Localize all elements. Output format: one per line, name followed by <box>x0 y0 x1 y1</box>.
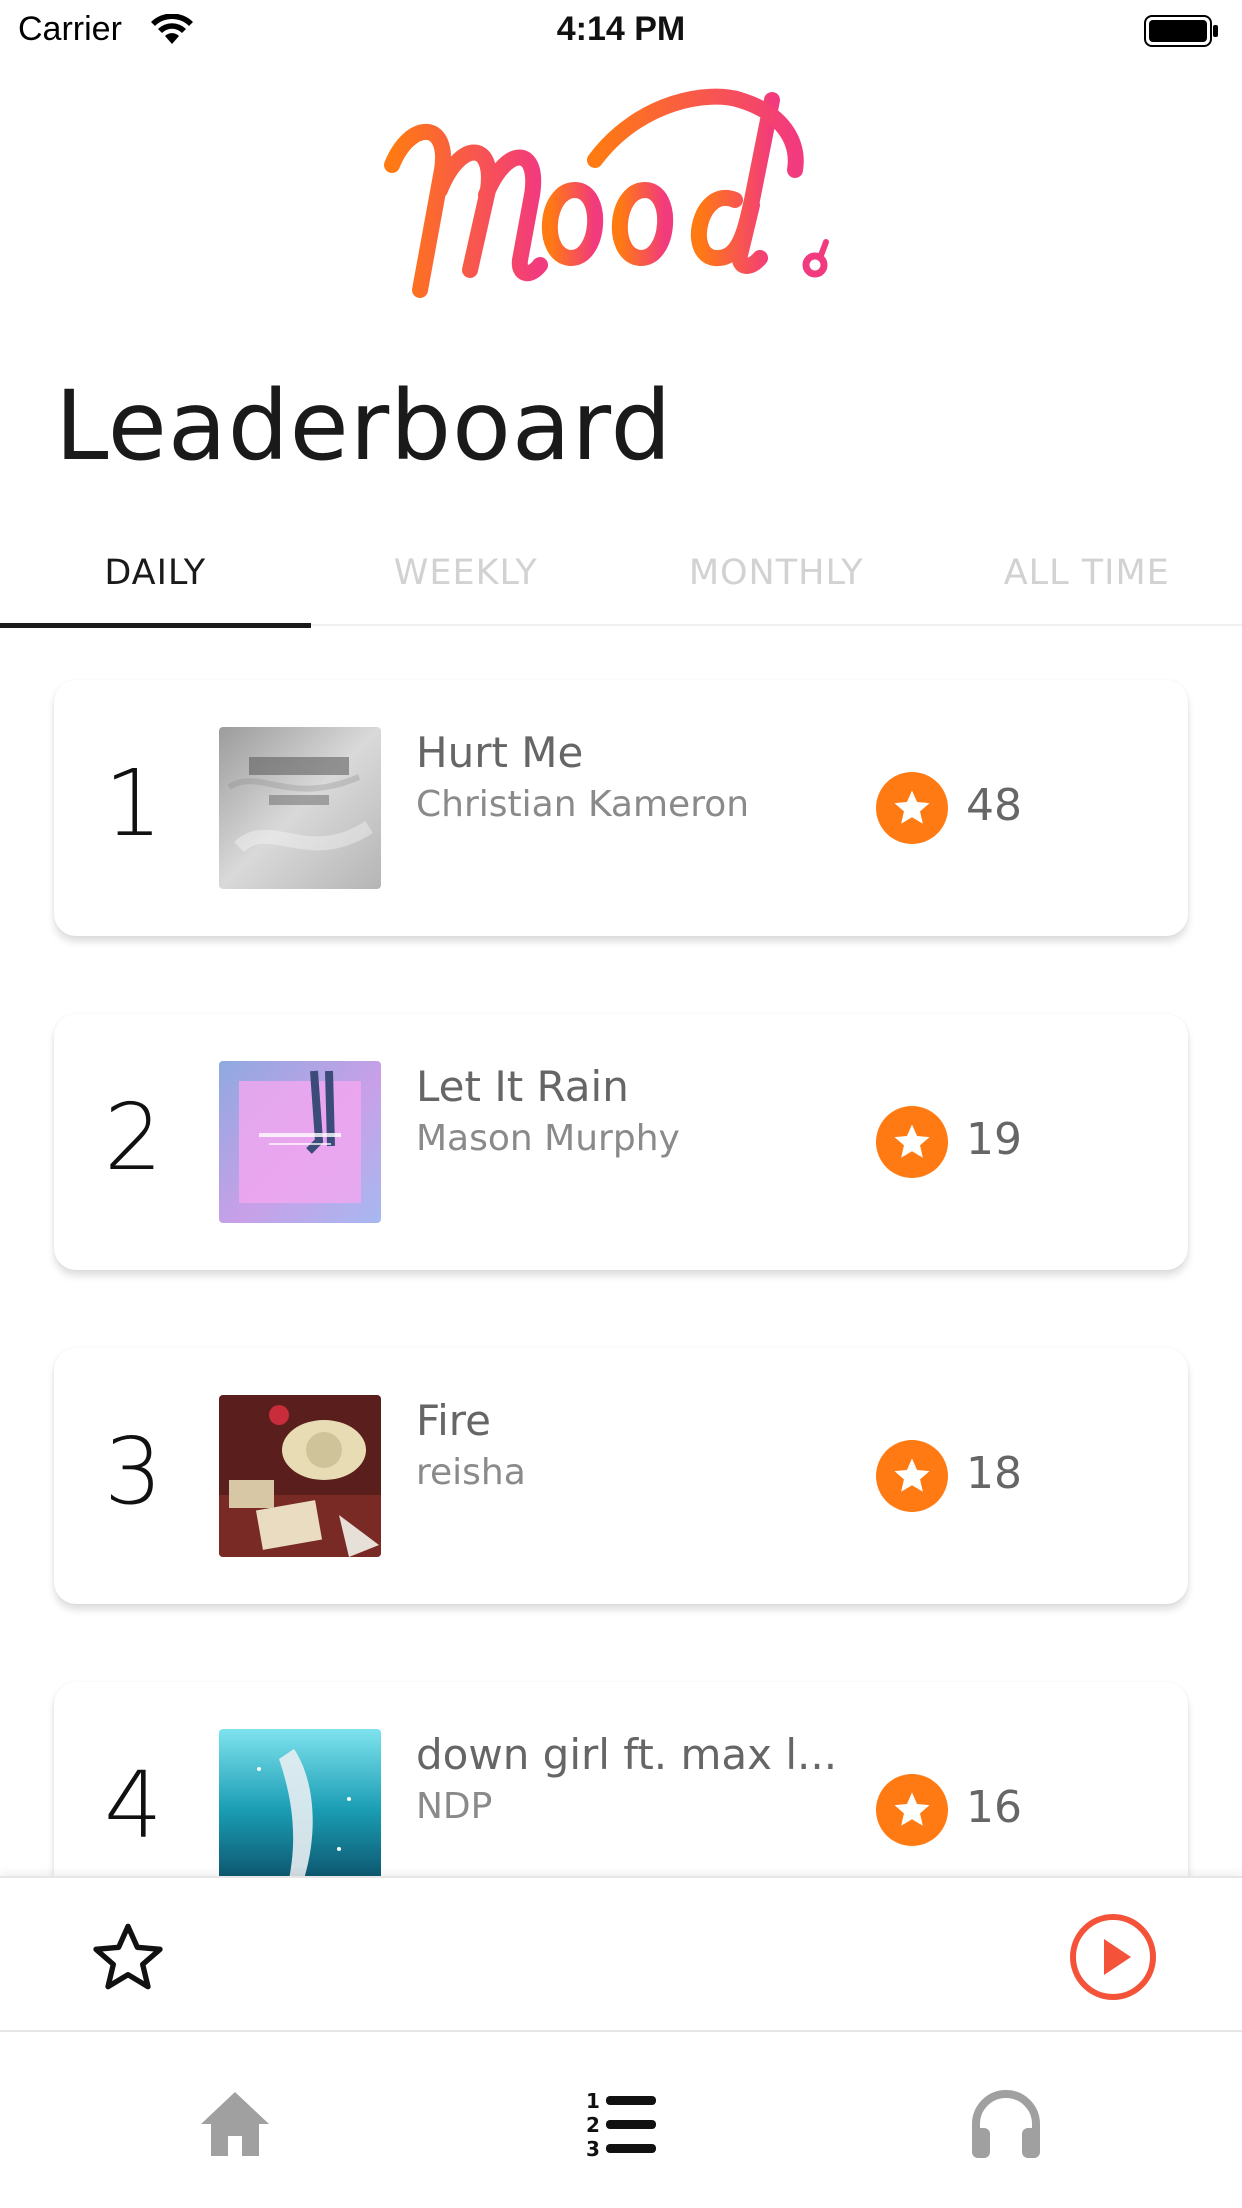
leaderboard-card[interactable]: 4 down girl ft. max l... NDP 16 <box>54 1682 1188 1876</box>
rank-number: 2 <box>104 1084 163 1191</box>
album-cover <box>219 727 381 889</box>
song-title: Hurt Me <box>416 728 584 777</box>
album-cover <box>219 1061 381 1223</box>
svg-text:2: 2 <box>586 2113 600 2137</box>
rank-number: 1 <box>104 750 163 857</box>
svg-text:1: 1 <box>586 2089 600 2113</box>
tab-all-time[interactable]: ALL TIME <box>932 520 1242 626</box>
mini-player <box>0 1876 1242 2032</box>
home-icon[interactable] <box>195 2084 275 2164</box>
clock: 4:14 PM <box>556 10 686 48</box>
tab-monthly[interactable]: MONTHLY <box>621 520 932 626</box>
bottom-tab-bar: 1 2 3 <box>0 2032 1242 2208</box>
album-cover <box>219 1729 381 1876</box>
mood-logo <box>384 88 829 298</box>
star-outline-icon[interactable] <box>88 1918 168 1998</box>
period-tabs: DAILY WEEKLY MONTHLY ALL TIME <box>0 520 1242 628</box>
leaderboard-card[interactable]: 1 Hurt Me Christian Kameron 48 <box>54 680 1188 936</box>
vote-count: 18 <box>966 1448 1022 1499</box>
song-title: down girl ft. max l... <box>416 1730 838 1779</box>
leaderboard-card[interactable]: 3 Fire reisha 18 <box>54 1348 1188 1604</box>
song-artist: NDP <box>416 1786 493 1827</box>
rank-number: 4 <box>104 1752 163 1859</box>
vote-count: 19 <box>966 1114 1022 1165</box>
song-artist: Mason Murphy <box>416 1118 680 1159</box>
vote-star-icon[interactable] <box>876 1774 948 1846</box>
vote-star-icon[interactable] <box>876 772 948 844</box>
page-title: Leaderboard <box>55 370 673 482</box>
svg-text:3: 3 <box>586 2137 600 2161</box>
tab-weekly[interactable]: WEEKLY <box>311 520 622 626</box>
leaderboard-card[interactable]: 2 Let It Rain Mason Murphy 19 <box>54 1014 1188 1270</box>
song-title: Fire <box>416 1396 491 1445</box>
tab-daily[interactable]: DAILY <box>0 520 311 628</box>
leaderboard-list[interactable]: 1 Hurt Me Christian Kameron 48 2 Let It … <box>0 626 1242 1876</box>
status-bar: Carrier 4:14 PM <box>0 0 1242 62</box>
song-title: Let It Rain <box>416 1062 629 1111</box>
play-circle-icon[interactable] <box>1068 1912 1158 2002</box>
battery-icon <box>1144 15 1218 47</box>
vote-count: 48 <box>966 780 1022 831</box>
vote-count: 16 <box>966 1782 1022 1833</box>
album-cover <box>219 1395 381 1557</box>
rank-number: 3 <box>104 1418 163 1525</box>
vote-star-icon[interactable] <box>876 1106 948 1178</box>
vote-star-icon[interactable] <box>876 1440 948 1512</box>
headphones-icon[interactable] <box>966 2084 1046 2164</box>
song-artist: reisha <box>416 1452 526 1493</box>
song-artist: Christian Kameron <box>416 784 750 825</box>
leaderboard-icon[interactable]: 1 2 3 <box>582 2084 662 2164</box>
